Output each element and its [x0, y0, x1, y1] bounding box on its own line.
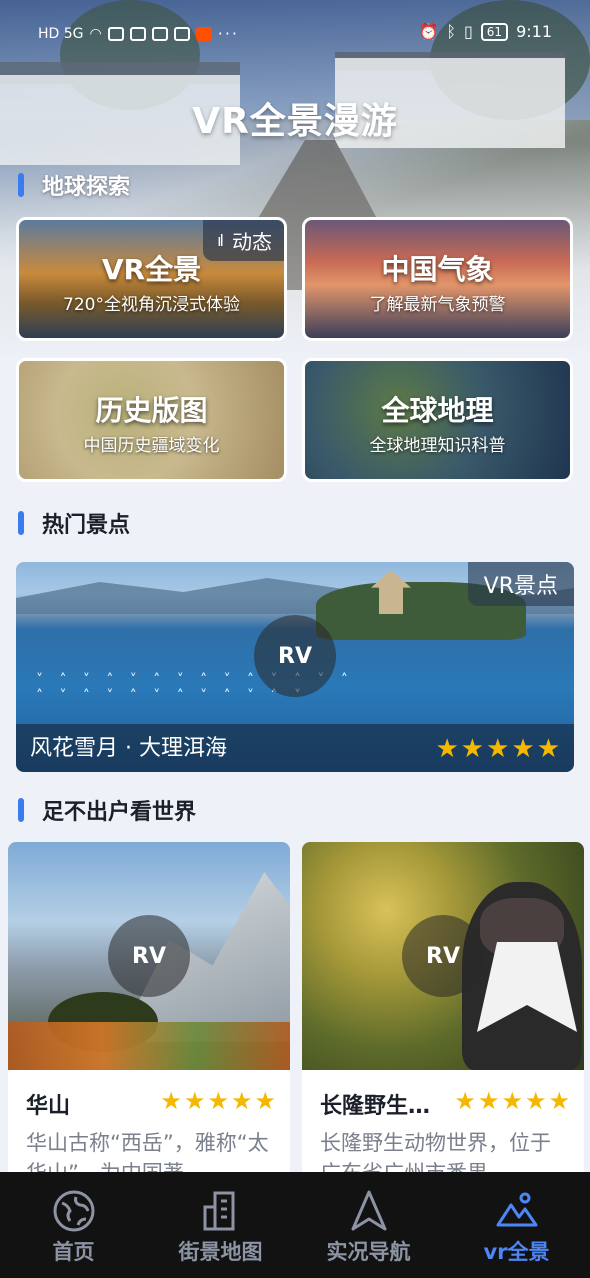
- globe-icon: [51, 1188, 97, 1234]
- place-title: 长隆野生…: [320, 1094, 431, 1119]
- star-icon: ★: [524, 1087, 547, 1115]
- star-icon: ★: [477, 1087, 500, 1115]
- notification-icon: [129, 26, 146, 41]
- section-header-hot: 热门景点: [18, 508, 130, 538]
- nav-label: 首页: [52, 1240, 95, 1264]
- card-subtitle: 720°全视角沉浸式体验: [63, 295, 240, 315]
- star-icon: ★: [511, 734, 535, 764]
- card-subtitle: 中国历史疆域变化: [83, 436, 220, 456]
- nav-label: 街景地图: [178, 1240, 263, 1264]
- star-icon: ★: [536, 734, 560, 764]
- explore-card-geography[interactable]: 全球地理 全球地理知识科普: [302, 358, 573, 482]
- star-icon: ★: [183, 1087, 206, 1115]
- section-header-world: 足不出户看世界: [18, 795, 196, 825]
- section-accent-bar: [18, 173, 24, 197]
- card-subtitle: 全球地理知识科普: [369, 436, 506, 456]
- nav-vr-panorama[interactable]: vr全景: [443, 1172, 590, 1278]
- alarm-icon: ⏰: [418, 22, 439, 41]
- star-icon: ★: [501, 1087, 523, 1115]
- section-accent-bar: [18, 511, 24, 535]
- star-icon: ★: [454, 1087, 476, 1115]
- star-icon: ★: [254, 1087, 276, 1115]
- clock: 9:11: [516, 22, 552, 41]
- card-title: 全球地理: [381, 394, 494, 427]
- battery-indicator: 61: [480, 22, 509, 41]
- star-icon: ★: [435, 734, 459, 764]
- explore-card-weather[interactable]: 中国气象 了解最新气象预警: [302, 217, 573, 341]
- star-icon: ★: [207, 1087, 229, 1115]
- rv-play-button[interactable]: RV: [402, 915, 484, 997]
- rating-stars: ★ ★ ★ ★ ★: [160, 1088, 276, 1114]
- star-icon: ★: [230, 1087, 253, 1115]
- rating-stars: ★ ★ ★ ★ ★: [454, 1088, 570, 1114]
- card-title: 中国气象: [381, 253, 494, 286]
- place-title: 华山: [26, 1094, 71, 1119]
- rv-play-button[interactable]: RV: [254, 615, 336, 697]
- status-bar: HD 5G ◠ ··· ⏰ ᛒ ▯ 61 9:11: [0, 18, 590, 48]
- more-notifications-icon: ···: [217, 24, 239, 43]
- section-title: 地球探索: [42, 175, 131, 200]
- mountain-icon: [494, 1188, 540, 1234]
- star-icon: ★: [160, 1087, 182, 1115]
- rv-play-button[interactable]: RV: [108, 915, 190, 997]
- taobao-icon: [195, 26, 212, 41]
- section-title: 足不出户看世界: [42, 800, 197, 825]
- section-title: 热门景点: [42, 513, 131, 538]
- section-header-explore: 地球探索: [18, 170, 130, 200]
- nav-home[interactable]: 首页: [0, 1172, 147, 1278]
- shield-icon: [173, 26, 190, 41]
- bottom-navigation: 首页 街景地图 实况导航 vr全景: [0, 1172, 590, 1278]
- nav-label: 实况导航: [326, 1240, 411, 1264]
- nav-street-map[interactable]: 街景地图: [147, 1172, 294, 1278]
- bluetooth-icon: ᛒ: [446, 22, 456, 41]
- notification-icon: [107, 26, 124, 41]
- navigation-arrow-icon: [346, 1188, 392, 1234]
- explore-card-history[interactable]: 历史版图 中国历史疆域变化: [16, 358, 287, 482]
- wifi-icon: ◠: [89, 25, 102, 42]
- hot-spot-card[interactable]: ˅ ˄ ˅ ˄ ˅ ˄ ˅ ˄ ˅ ˄ ˅ ˄ ˅ ˄ ˄ ˅ ˄ ˅ ˄ ˅ ˄…: [16, 562, 574, 772]
- card-title: 历史版图: [95, 394, 208, 427]
- nav-label: vr全景: [483, 1240, 550, 1264]
- star-icon: ★: [548, 1087, 570, 1115]
- explore-card-vr[interactable]: ıl 动态 VR全景 720°全视角沉浸式体验: [16, 217, 287, 341]
- building-icon: [198, 1188, 244, 1234]
- card-subtitle: 了解最新气象预警: [369, 295, 506, 315]
- network-label: HD 5G: [38, 25, 84, 42]
- star-icon: ★: [460, 734, 485, 764]
- spot-name: 风花雪月 · 大理洱海: [30, 736, 227, 761]
- star-icon: ★: [486, 734, 510, 764]
- vr-badge: VR景点: [467, 562, 574, 606]
- page-title: VR全景漫游: [192, 101, 398, 142]
- gift-icon: [151, 26, 168, 41]
- nav-live-navigation[interactable]: 实况导航: [295, 1172, 442, 1278]
- section-accent-bar: [18, 798, 24, 822]
- rating-stars: ★ ★ ★ ★ ★: [435, 736, 560, 762]
- vibrate-icon: ▯: [463, 22, 473, 41]
- card-title: VR全景: [101, 253, 202, 286]
